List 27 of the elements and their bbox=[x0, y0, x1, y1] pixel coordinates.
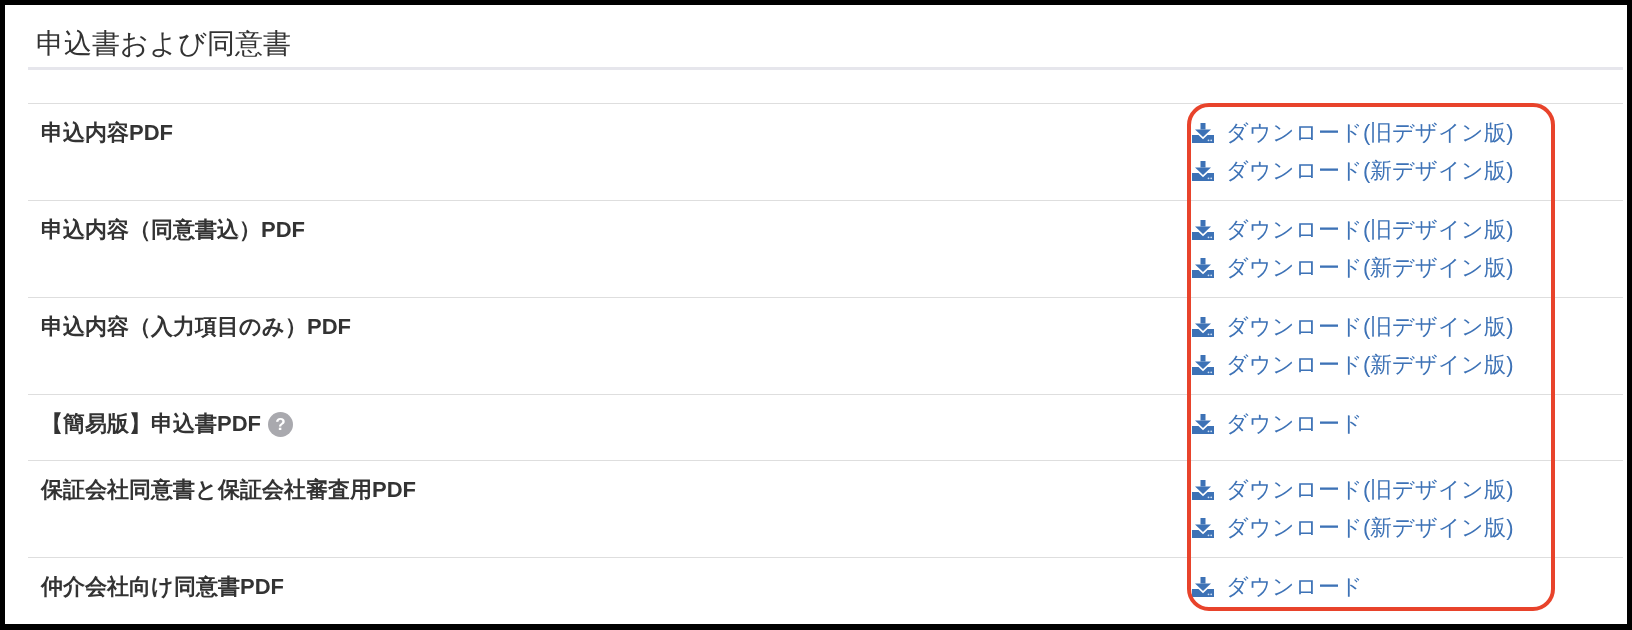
download-icon bbox=[1192, 123, 1214, 143]
download-link[interactable]: ダウンロード(旧デザイン版) bbox=[1192, 308, 1514, 346]
document-name: 仲介会社向け同意書PDF bbox=[41, 573, 284, 601]
section-title: 申込書および同意書 bbox=[36, 28, 291, 59]
download-link[interactable]: ダウンロード(旧デザイン版) bbox=[1192, 114, 1514, 152]
download-icon bbox=[1192, 317, 1214, 337]
download-link[interactable]: ダウンロード bbox=[1192, 405, 1363, 443]
document-name: 申込内容PDF bbox=[41, 119, 173, 147]
download-link[interactable]: ダウンロード(新デザイン版) bbox=[1192, 152, 1514, 190]
document-name: 保証会社同意書と保証会社審査用PDF bbox=[41, 476, 416, 504]
download-link[interactable]: ダウンロード(新デザイン版) bbox=[1192, 249, 1514, 287]
download-icon bbox=[1192, 480, 1214, 500]
download-link[interactable]: ダウンロード(新デザイン版) bbox=[1192, 346, 1514, 384]
download-icon bbox=[1192, 518, 1214, 538]
download-icon bbox=[1192, 577, 1214, 597]
document-name: 申込内容（同意書込）PDF bbox=[41, 216, 305, 244]
document-name: 【簡易版】申込書PDF bbox=[41, 410, 261, 438]
download-icon bbox=[1192, 258, 1214, 278]
document-name: 申込内容（入力項目のみ）PDF bbox=[41, 313, 351, 341]
download-icon bbox=[1192, 161, 1214, 181]
download-icon bbox=[1192, 220, 1214, 240]
download-link[interactable]: ダウンロード bbox=[1192, 568, 1363, 606]
download-link[interactable]: ダウンロード(旧デザイン版) bbox=[1192, 471, 1514, 509]
download-link[interactable]: ダウンロード(旧デザイン版) bbox=[1192, 211, 1514, 249]
download-icon bbox=[1192, 414, 1214, 434]
download-icon bbox=[1192, 355, 1214, 375]
download-link[interactable]: ダウンロード(新デザイン版) bbox=[1192, 509, 1514, 547]
